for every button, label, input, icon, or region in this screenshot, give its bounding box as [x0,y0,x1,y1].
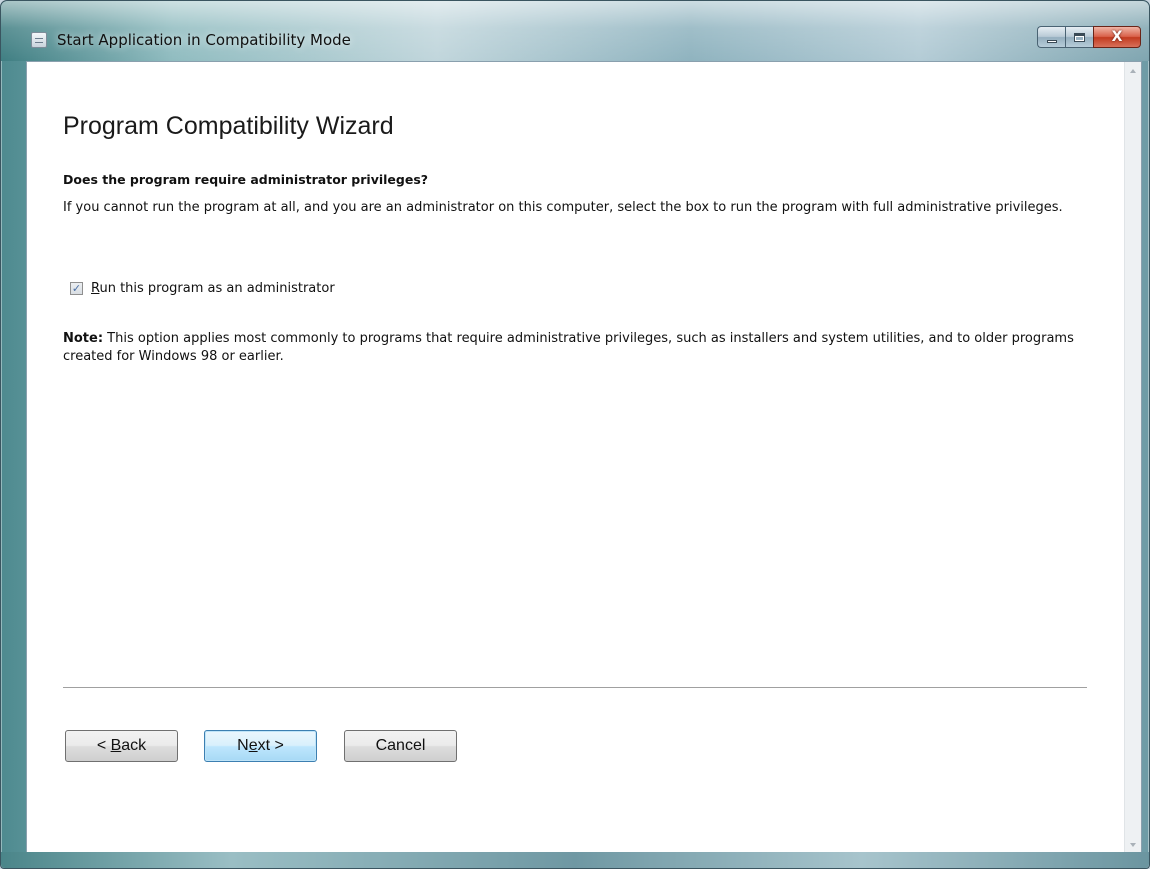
window-bottom-border [1,852,1149,868]
page-title: Program Compatibility Wizard [63,112,394,140]
scroll-up-button[interactable] [1125,62,1141,79]
close-button[interactable]: X [1093,26,1141,48]
title-bar[interactable]: Start Application in Compatibility Mode … [1,1,1149,61]
back-mnemonic: B [110,737,122,754]
run-as-admin-option[interactable]: ✓ Run this program as an administrator [70,281,335,296]
note-label: Note: [63,331,104,346]
vertical-scrollbar[interactable] [1124,62,1141,853]
maximize-button[interactable] [1065,26,1093,48]
next-button[interactable]: Ne xt > [204,730,317,762]
scroll-down-button[interactable] [1125,836,1141,853]
question-heading: Does the program require administrator p… [63,172,429,187]
run-as-admin-checkbox[interactable]: ✓ [70,282,83,295]
next-mnemonic: e [248,737,258,754]
run-as-admin-label[interactable]: Run this program as an administrator [91,281,335,296]
scroll-down-arrow-icon [1130,842,1136,847]
next-prefix: N [237,737,249,754]
note-body: This option applies most commonly to pro… [63,331,1074,364]
separator-line [63,687,1087,688]
wizard-window: Start Application in Compatibility Mode … [0,0,1150,869]
run-as-admin-label-text: un this program as an administrator [99,281,335,296]
window-title: Start Application in Compatibility Mode [57,31,351,49]
scroll-up-arrow-icon [1130,68,1136,73]
check-mark-icon: ✓ [71,282,82,295]
caption-buttons: X [1037,26,1141,48]
next-rest: xt > [257,737,284,754]
description-text: If you cannot run the program at all, an… [63,200,1063,215]
maximize-icon [1074,32,1085,42]
back-prefix: < [96,737,111,754]
back-button[interactable]: < Back [65,730,178,762]
note-text: Note: This option applies most commonly … [63,330,1103,366]
application-window-icon[interactable] [31,32,47,48]
close-icon: X [1111,29,1123,45]
wizard-content: Program Compatibility Wizard Does the pr… [26,61,1142,854]
cancel-button[interactable]: Cancel [344,730,457,762]
minimize-button[interactable] [1037,26,1065,48]
back-rest: ack [121,737,147,754]
minimize-icon [1046,39,1057,43]
